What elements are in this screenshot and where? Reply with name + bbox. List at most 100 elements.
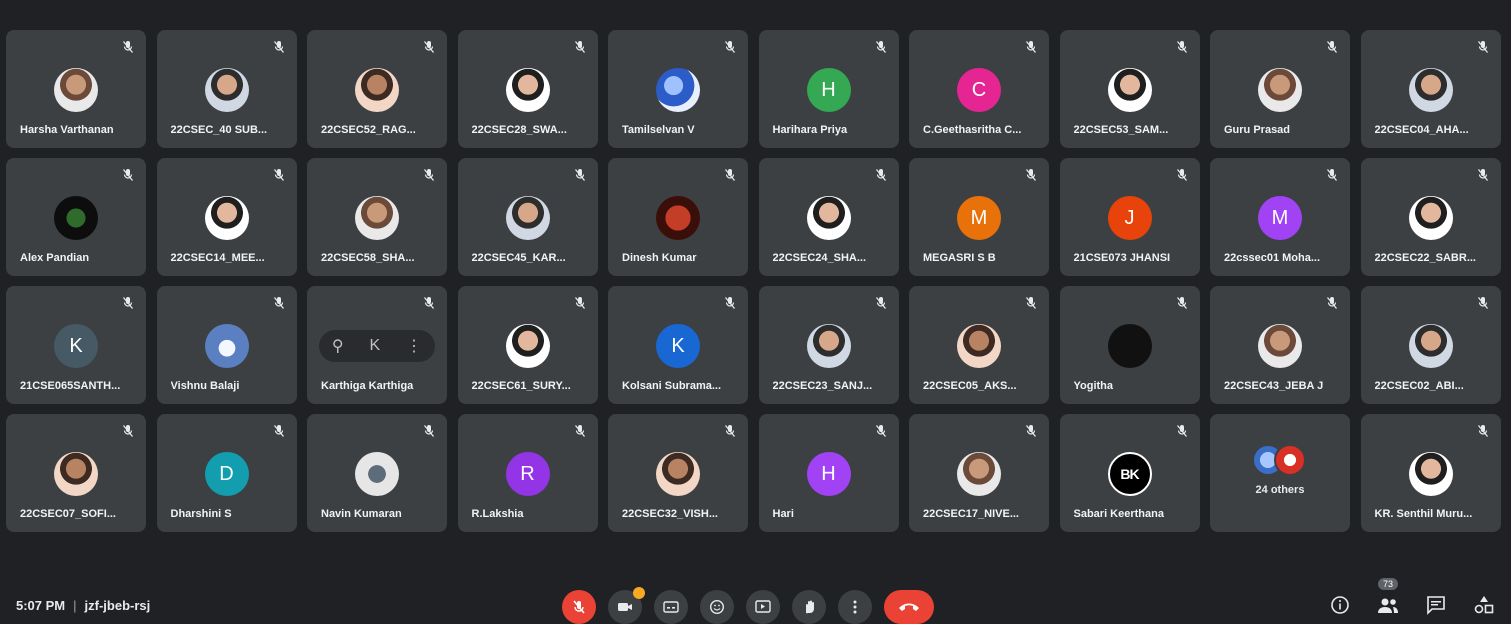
participant-tile[interactable]: K Kolsani Subrama... bbox=[608, 286, 748, 404]
muted-mic-icon bbox=[1477, 169, 1488, 181]
avatar bbox=[505, 324, 550, 368]
participant-tile[interactable]: 22CSEC24_SHA... bbox=[758, 158, 899, 276]
participant-name: 22CSEC17_NIVE... bbox=[923, 508, 1019, 520]
tile-hover-controls: ⚲ K ⋮ bbox=[319, 330, 435, 362]
muted-mic-icon bbox=[273, 425, 284, 437]
participant-tile[interactable]: 24 others bbox=[1210, 414, 1350, 532]
participant-tile[interactable]: 22CSEC32_VISH... bbox=[608, 414, 748, 532]
people-button[interactable]: 73 bbox=[1375, 578, 1401, 618]
pin-icon[interactable]: ⚲ bbox=[332, 336, 344, 356]
participant-tile[interactable]: Vishnu Balaji bbox=[156, 286, 297, 404]
participant-tile[interactable]: 22CSEC58_SHA... bbox=[307, 158, 447, 276]
participant-name: 22CSEC_40 SUB... bbox=[170, 124, 268, 136]
raise-hand-button[interactable] bbox=[792, 590, 826, 624]
participant-tile[interactable]: Navin Kumaran bbox=[307, 414, 447, 532]
avatar bbox=[355, 452, 399, 496]
participant-name: Hari bbox=[772, 508, 794, 520]
avatar bbox=[1258, 68, 1302, 112]
participant-tile[interactable]: KR. Senthil Muru... bbox=[1360, 414, 1501, 532]
participant-tile[interactable]: 22CSEC04_AHA... bbox=[1360, 30, 1501, 148]
avatar: M bbox=[957, 196, 1001, 240]
participant-tile[interactable]: Guru Prasad bbox=[1210, 30, 1350, 148]
participant-tile[interactable]: Harsha Varthanan bbox=[6, 30, 146, 148]
participant-name: 22CSEC45_KAR... bbox=[471, 252, 566, 264]
participant-name: 22CSEC24_SHA... bbox=[772, 252, 867, 264]
muted-mic-icon bbox=[875, 425, 886, 437]
present-icon bbox=[755, 600, 771, 613]
participant-tile[interactable]: Alex Pandian bbox=[6, 158, 146, 276]
participant-tile[interactable]: Dinesh Kumar bbox=[608, 158, 748, 276]
meeting-details-button[interactable] bbox=[1327, 592, 1353, 618]
others-count-label: 24 others bbox=[1255, 484, 1305, 496]
participant-tile[interactable]: C C.Geethasritha C... bbox=[909, 30, 1049, 148]
avatar: K bbox=[656, 324, 700, 368]
participant-tile[interactable]: 22CSEC52_RAG... bbox=[307, 30, 447, 148]
participant-tile[interactable]: M 22cssec01 Moha... bbox=[1210, 158, 1350, 276]
participant-tile[interactable]: 22CSEC22_SABR... bbox=[1360, 158, 1501, 276]
muted-mic-icon bbox=[1326, 41, 1338, 53]
muted-mic-icon bbox=[273, 169, 284, 181]
muted-mic-icon bbox=[724, 169, 736, 181]
separator: | bbox=[73, 598, 77, 613]
muted-mic-icon bbox=[875, 41, 886, 53]
mic-off-icon bbox=[573, 600, 585, 614]
participant-tile[interactable]: Tamilselvan V bbox=[608, 30, 748, 148]
participant-tile[interactable]: J 21CSE073 JHANSI bbox=[1059, 158, 1200, 276]
participant-tile[interactable]: 22CSEC14_MEE... bbox=[156, 158, 297, 276]
avatar bbox=[1274, 444, 1306, 476]
present-screen-button[interactable] bbox=[746, 590, 780, 624]
participant-tile[interactable]: 22CSEC_40 SUB... bbox=[156, 30, 297, 148]
avatar: K bbox=[54, 324, 98, 368]
participant-tile[interactable]: 22CSEC45_KAR... bbox=[457, 158, 598, 276]
participant-tile[interactable]: R R.Lakshia bbox=[457, 414, 598, 532]
participant-tile[interactable]: 22CSEC53_SAM... bbox=[1059, 30, 1200, 148]
avatar bbox=[1408, 324, 1453, 368]
tile-more-icon[interactable]: ⋮ bbox=[406, 336, 422, 356]
participant-tile[interactable]: ⚲ K ⋮ Karthiga Karthiga bbox=[307, 286, 447, 404]
chat-button[interactable] bbox=[1423, 592, 1449, 618]
participant-tile[interactable]: 22CSEC17_NIVE... bbox=[909, 414, 1049, 532]
participant-name: 22CSEC23_SANJ... bbox=[772, 380, 873, 392]
camera-toggle-button[interactable] bbox=[608, 587, 645, 624]
hand-icon bbox=[806, 600, 814, 614]
participant-tile[interactable]: 22CSEC61_SURY... bbox=[457, 286, 598, 404]
muted-mic-icon bbox=[423, 297, 435, 309]
avatar bbox=[54, 68, 98, 112]
emoji-reactions-button[interactable] bbox=[700, 590, 734, 624]
muted-mic-icon bbox=[423, 41, 435, 53]
participant-name: Dinesh Kumar bbox=[622, 252, 697, 264]
participant-name: Harihara Priya bbox=[772, 124, 848, 136]
avatar: BK bbox=[1107, 452, 1152, 496]
avatar bbox=[204, 324, 249, 368]
participant-name: R.Lakshia bbox=[471, 508, 524, 520]
participant-tile[interactable]: 22CSEC07_SOFI... bbox=[6, 414, 146, 532]
participant-tile[interactable]: 22CSEC43_JEBA J bbox=[1210, 286, 1350, 404]
participant-tile[interactable]: D Dharshini S bbox=[156, 414, 297, 532]
avatar bbox=[204, 68, 249, 112]
participant-name: Vishnu Balaji bbox=[170, 380, 240, 392]
more-options-button[interactable] bbox=[838, 590, 872, 624]
leave-call-button[interactable] bbox=[884, 590, 934, 624]
captions-button[interactable] bbox=[654, 590, 688, 624]
participant-tile[interactable]: 22CSEC05_AKS... bbox=[909, 286, 1049, 404]
avatar bbox=[656, 196, 700, 240]
mic-toggle-button[interactable] bbox=[562, 590, 596, 624]
warning-dot-icon bbox=[633, 587, 645, 599]
participant-tile[interactable]: H Hari bbox=[758, 414, 899, 532]
participant-name: 22CSEC28_SWA... bbox=[471, 124, 567, 136]
participant-tile[interactable]: Yogitha bbox=[1059, 286, 1200, 404]
participant-tile[interactable]: H Harihara Priya bbox=[758, 30, 899, 148]
people-icon bbox=[1378, 598, 1398, 613]
participant-tile[interactable]: BK Sabari Keerthana bbox=[1059, 414, 1200, 532]
participant-tile[interactable]: 22CSEC23_SANJ... bbox=[758, 286, 899, 404]
muted-mic-icon bbox=[574, 425, 585, 437]
participant-tile[interactable]: K 21CSE065SANTH... bbox=[6, 286, 146, 404]
participant-tile[interactable]: M MEGASRI S B bbox=[909, 158, 1049, 276]
participant-name: Navin Kumaran bbox=[321, 508, 402, 520]
side-panel-buttons: 73 bbox=[1327, 578, 1497, 618]
participant-name: MEGASRI S B bbox=[923, 252, 996, 264]
participant-tile[interactable]: 22CSEC02_ABI... bbox=[1360, 286, 1501, 404]
participant-tile[interactable]: 22CSEC28_SWA... bbox=[457, 30, 598, 148]
avatar bbox=[355, 68, 399, 112]
activities-button[interactable] bbox=[1471, 592, 1497, 618]
